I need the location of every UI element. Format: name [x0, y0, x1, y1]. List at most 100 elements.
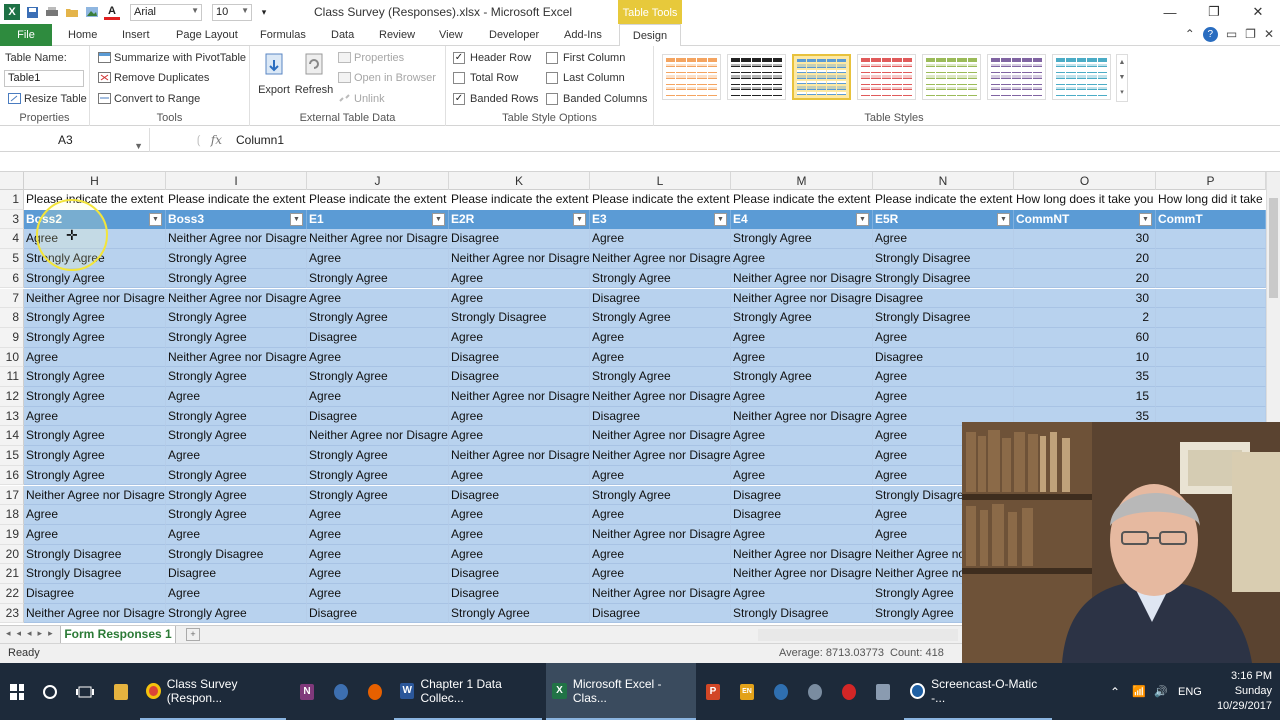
minimize-ribbon-icon[interactable]: ⌃ — [1185, 27, 1195, 42]
table-cell[interactable]: Agree — [731, 347, 873, 368]
table-cell[interactable]: Disagree — [731, 505, 873, 525]
row-number[interactable]: 4 — [0, 229, 24, 250]
file-explorer-button[interactable] — [108, 663, 134, 720]
network-icon[interactable]: 📶 — [1132, 663, 1146, 720]
powerpoint-button[interactable]: P — [700, 663, 726, 720]
table-cell[interactable]: Agree — [307, 544, 449, 565]
table-cell[interactable]: Please indicate the extent — [166, 190, 307, 210]
table-cell[interactable]: Agree — [873, 327, 1014, 348]
table-cell[interactable]: Agree — [873, 367, 1014, 387]
filter-dropdown-icon[interactable]: ▼ — [149, 212, 162, 226]
row-number[interactable]: 10 — [0, 347, 24, 368]
table-cell[interactable] — [1156, 249, 1266, 269]
table-cell[interactable]: Strongly Agree — [24, 268, 166, 289]
table-cell[interactable]: Neither Agree nor Disagree — [731, 406, 873, 427]
table-cell[interactable]: Strongly Agree — [166, 426, 307, 447]
table-style-swatch[interactable] — [857, 54, 916, 100]
workbook-restore-icon[interactable]: ❐ — [1245, 27, 1256, 42]
table-cell[interactable] — [1156, 288, 1266, 309]
table-cell[interactable]: Agree — [307, 584, 449, 604]
table-cell[interactable]: Agree — [731, 387, 873, 407]
header-cell[interactable]: E3 ▼ — [590, 209, 731, 230]
sheet-nav-arrows[interactable]: ◂◂◂▸▸ — [6, 628, 59, 639]
table-cell[interactable]: Strongly Agree — [166, 367, 307, 387]
tab-data[interactable]: Data — [331, 24, 354, 46]
row-number[interactable]: 16 — [0, 465, 24, 486]
table-style-swatch[interactable] — [792, 54, 851, 100]
table-cell[interactable]: Neither Agree nor Disagree — [166, 347, 307, 368]
banded-columns-checkbox[interactable] — [546, 93, 558, 105]
table-cell[interactable]: Strongly Agree — [590, 308, 731, 328]
table-cell[interactable]: 35 — [1014, 367, 1156, 387]
table-cell[interactable]: 15 — [1014, 387, 1156, 407]
table-cell[interactable]: Agree — [449, 268, 590, 289]
table-cell[interactable]: Strongly Agree — [731, 367, 873, 387]
select-all-corner[interactable] — [0, 172, 24, 190]
table-cell[interactable]: Please indicate the extent — [307, 190, 449, 210]
styles-scroll[interactable]: ▲ ▼ ▾ — [1116, 54, 1128, 102]
table-cell[interactable]: Neither Agree nor Disagree — [24, 485, 166, 506]
table-cell[interactable]: 10 — [1014, 347, 1156, 368]
header-cell[interactable]: E2R ▼ — [449, 209, 590, 230]
column-header[interactable]: N — [873, 172, 1014, 190]
taskbar-screencast[interactable]: Screencast-O-Matic -... — [904, 663, 1052, 720]
table-cell[interactable]: Strongly Agree — [166, 485, 307, 506]
table-cell[interactable]: Agree — [590, 347, 731, 368]
table-cell[interactable]: Strongly Agree — [449, 603, 590, 624]
row-number[interactable]: 8 — [0, 308, 24, 328]
table-cell[interactable]: Neither Agree nor Disagree — [449, 446, 590, 466]
header-row-checkbox[interactable]: ✓ — [453, 52, 465, 64]
fx-button[interactable]: ⟮ fx — [150, 128, 230, 152]
table-cell[interactable] — [1156, 308, 1266, 328]
row-number[interactable]: 22 — [0, 584, 24, 604]
table-cell[interactable]: Disagree — [449, 584, 590, 604]
table-cell[interactable]: Strongly Agree — [731, 229, 873, 250]
table-cell[interactable]: Agree — [166, 446, 307, 466]
table-cell[interactable]: Disagree — [449, 564, 590, 584]
table-cell[interactable]: Agree — [307, 505, 449, 525]
language-indicator[interactable]: ENG — [1178, 663, 1202, 720]
table-cell[interactable]: Disagree — [307, 406, 449, 427]
app-button-2[interactable]: EN — [734, 663, 760, 720]
table-cell[interactable]: Strongly Agree — [166, 308, 307, 328]
unlink-button[interactable]: Unlink — [338, 93, 385, 105]
table-cell[interactable]: Disagree — [449, 485, 590, 506]
table-cell[interactable]: Strongly Agree — [166, 268, 307, 289]
table-cell[interactable] — [1156, 387, 1266, 407]
table-cell[interactable]: Strongly Disagree — [24, 564, 166, 584]
table-cell[interactable]: Strongly Agree — [166, 505, 307, 525]
app-button-6[interactable] — [870, 663, 896, 720]
row-number[interactable]: 18 — [0, 505, 24, 525]
save-icon[interactable] — [24, 4, 40, 20]
table-style-swatch[interactable] — [727, 54, 786, 100]
remove-duplicates-button[interactable]: Remove Duplicates — [98, 72, 209, 84]
table-cell[interactable]: Neither Agree nor Disagree — [590, 524, 731, 545]
table-cell[interactable]: 30 — [1014, 288, 1156, 309]
table-cell[interactable]: Agree — [590, 505, 731, 525]
table-cell[interactable]: Neither Agree nor Disagree — [731, 288, 873, 309]
table-cell[interactable]: Please indicate the extent — [449, 190, 590, 210]
header-cell[interactable]: E5R ▼ — [873, 209, 1014, 230]
table-cell[interactable]: Strongly Agree — [590, 268, 731, 289]
table-cell[interactable]: Strongly Agree — [307, 485, 449, 506]
table-cell[interactable]: Disagree — [166, 564, 307, 584]
row-number[interactable]: 1 — [0, 190, 24, 210]
table-cell[interactable]: Neither Agree nor Disagree — [166, 288, 307, 309]
table-cell[interactable]: Agree — [166, 584, 307, 604]
table-cell[interactable] — [1156, 268, 1266, 289]
table-cell[interactable]: Agree — [449, 406, 590, 427]
table-cell[interactable]: How long does it take you — [1014, 190, 1156, 210]
row-number[interactable]: 13 — [0, 406, 24, 427]
table-cell[interactable]: Neither Agree nor Disagree — [24, 603, 166, 624]
table-cell[interactable]: Disagree — [590, 406, 731, 427]
tab-file[interactable]: File — [0, 24, 52, 46]
table-cell[interactable]: Agree — [590, 465, 731, 486]
table-cell[interactable]: Please indicate the extent — [731, 190, 873, 210]
table-cell[interactable]: Strongly Agree — [24, 387, 166, 407]
header-cell[interactable]: Boss3 ▼ — [166, 209, 307, 230]
tab-design[interactable]: Design — [619, 24, 681, 47]
table-cell[interactable]: 2 — [1014, 308, 1156, 328]
banded-rows-checkbox[interactable]: ✓ — [453, 93, 465, 105]
table-name-input[interactable]: Table1 — [4, 70, 84, 87]
restore-button[interactable]: ❐ — [1192, 0, 1236, 24]
